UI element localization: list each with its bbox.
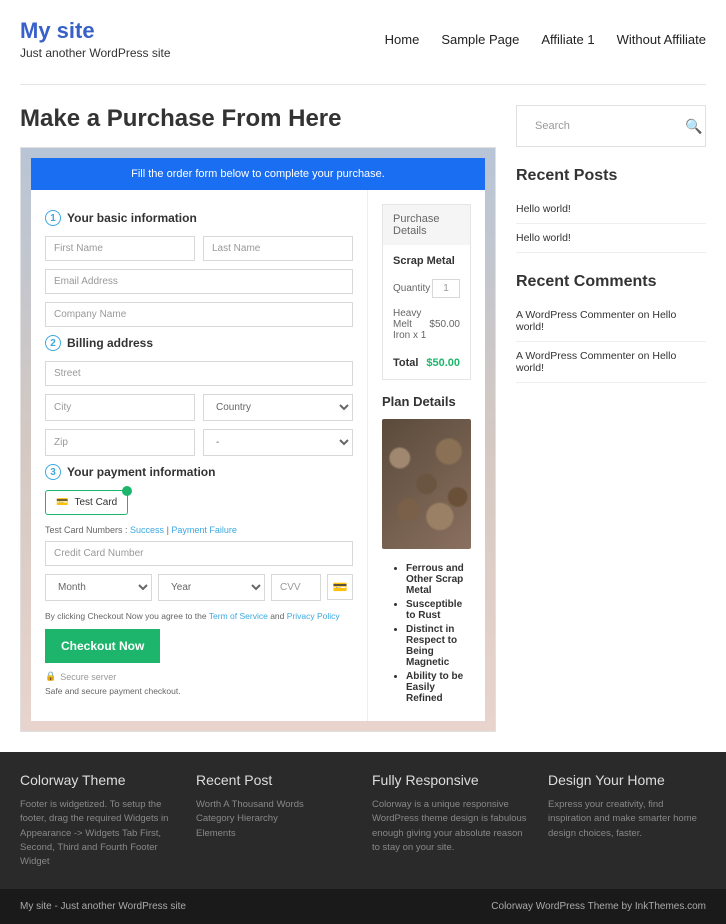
plan-details-header: Plan Details (382, 394, 471, 409)
nav-affiliate-1[interactable]: Affiliate 1 (541, 32, 594, 47)
sidebar: 🔍 Recent Posts Hello world! Hello world!… (516, 105, 706, 732)
total-amount: $50.00 (426, 357, 460, 369)
section-billing: 2Billing address (45, 335, 353, 351)
recent-post-link[interactable]: Hello world! (516, 203, 571, 215)
test-card-badge[interactable]: 💳 Test Card (45, 490, 128, 515)
main-content: Make a Purchase From Here Fill the order… (20, 105, 496, 732)
plan-bullet: Ferrous and Other Scrap Metal (406, 563, 471, 596)
plan-image (382, 419, 471, 549)
purchase-details-header: Purchase Details (383, 205, 470, 245)
recent-posts-header: Recent Posts (516, 167, 706, 185)
site-title[interactable]: My site (20, 18, 171, 44)
pp-link[interactable]: Privacy Policy (287, 611, 340, 621)
banner: Fill the order form below to complete yo… (31, 158, 485, 190)
terms-text: By clicking Checkout Now you agree to th… (45, 611, 353, 621)
city-input[interactable] (45, 394, 195, 421)
recent-comment-link[interactable]: A WordPress Commenter on Hello world! (516, 350, 676, 374)
product-name: Scrap Metal (393, 255, 460, 267)
nav-home[interactable]: Home (385, 32, 420, 47)
secure-server: 🔒Secure server (45, 671, 353, 682)
nav-sample-page[interactable]: Sample Page (441, 32, 519, 47)
purchase-form-container: Fill the order form below to complete yo… (20, 147, 496, 732)
cc-month-select[interactable]: Month (45, 574, 152, 601)
safe-text: Safe and secure payment checkout. (45, 686, 353, 696)
test-card-numbers: Test Card Numbers : Success | Payment Fa… (45, 525, 353, 535)
quantity-input[interactable] (432, 279, 460, 298)
country-select[interactable]: Country (203, 394, 353, 421)
footer-col-1: Colorway Theme Footer is widgetized. To … (20, 772, 178, 869)
cc-number-input[interactable] (45, 541, 353, 566)
header: My site Just another WordPress site Home… (0, 0, 726, 74)
footer-col-2: Recent Post Worth A Thousand Words Categ… (196, 772, 354, 869)
company-input[interactable] (45, 302, 353, 327)
nav-without-affiliate[interactable]: Without Affiliate (617, 32, 706, 47)
form-left: 1Your basic information 2Billing address… (31, 190, 368, 721)
cvv-input[interactable] (271, 574, 321, 601)
tos-link[interactable]: Term of Service (209, 611, 268, 621)
tagline: Just another WordPress site (20, 46, 171, 60)
nav: Home Sample Page Affiliate 1 Without Aff… (385, 32, 706, 47)
card-icon: 💳 (56, 497, 68, 508)
first-name-input[interactable] (45, 236, 195, 261)
state-select[interactable]: - (203, 429, 353, 456)
page-title: Make a Purchase From Here (20, 105, 496, 133)
search-icon[interactable]: 🔍 (685, 118, 702, 135)
recent-comments-header: Recent Comments (516, 273, 706, 291)
credit-card-icon: 💳 (327, 574, 353, 600)
footer-col-3: Fully Responsive Colorway is a unique re… (372, 772, 530, 869)
recent-post-link[interactable]: Hello world! (516, 232, 571, 244)
line-item-name: Heavy Melt Iron x 1 (393, 308, 429, 341)
search-input[interactable] (527, 114, 685, 138)
line-item-price: $50.00 (429, 319, 460, 330)
cc-year-select[interactable]: Year (158, 574, 265, 601)
footer-bottom-right: Colorway WordPress Theme by InkThemes.co… (491, 901, 706, 912)
last-name-input[interactable] (203, 236, 353, 261)
search-box: 🔍 (516, 105, 706, 147)
recent-comment-link[interactable]: A WordPress Commenter on Hello world! (516, 309, 676, 333)
email-input[interactable] (45, 269, 353, 294)
footer: Colorway Theme Footer is widgetized. To … (0, 752, 726, 924)
total-label: Total (393, 357, 418, 369)
form-right: Purchase Details Scrap Metal Quantity He… (368, 190, 485, 721)
purchase-details-box: Purchase Details Scrap Metal Quantity He… (382, 204, 471, 380)
qty-label: Quantity (393, 283, 430, 294)
tcn-failure-link[interactable]: Payment Failure (171, 525, 237, 535)
lock-icon: 🔒 (45, 671, 56, 682)
plan-bullet: Ability to be Easily Refined (406, 671, 471, 704)
plan-bullets: Ferrous and Other Scrap Metal Susceptibl… (382, 563, 471, 704)
checkout-button[interactable]: Checkout Now (45, 629, 160, 663)
section-payment: 3Your payment information (45, 464, 353, 480)
plan-bullet: Distinct in Respect to Being Magnetic (406, 624, 471, 668)
plan-bullet: Susceptible to Rust (406, 599, 471, 621)
zip-input[interactable] (45, 429, 195, 456)
footer-col-4: Design Your Home Express your creativity… (548, 772, 706, 869)
footer-bottom-left: My site - Just another WordPress site (20, 901, 186, 912)
section-basic-info: 1Your basic information (45, 210, 353, 226)
tcn-success-link[interactable]: Success (130, 525, 164, 535)
street-input[interactable] (45, 361, 353, 386)
